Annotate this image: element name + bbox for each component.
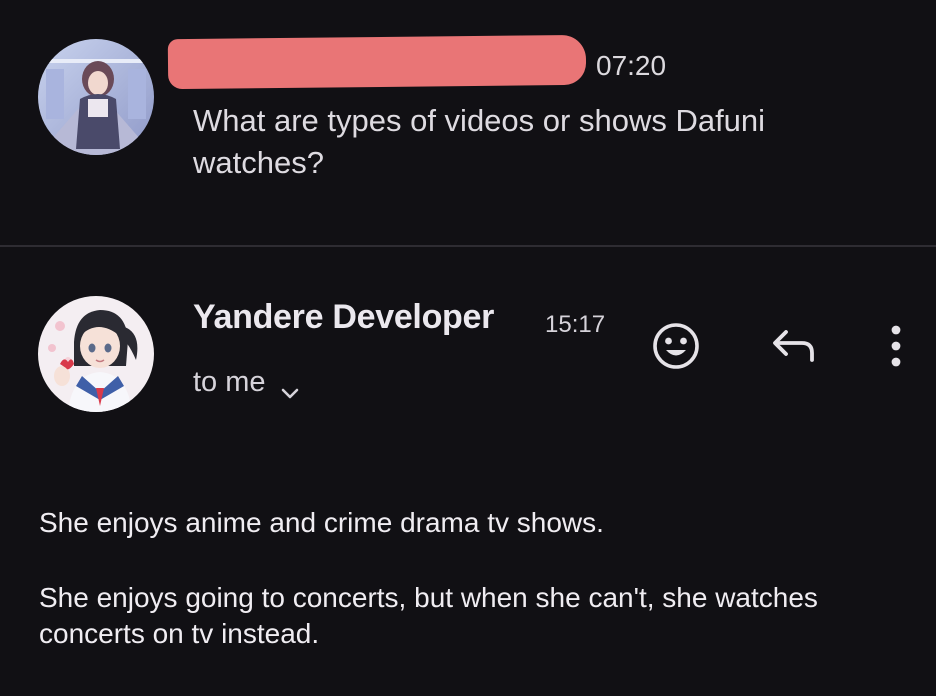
anime-girl-hallway-avatar-icon — [38, 39, 154, 155]
more-vertical-icon — [891, 325, 901, 367]
recipient-label: to me — [193, 366, 266, 398]
message-body-paragraph: She enjoys going to concerts, but when s… — [39, 582, 818, 649]
chevron-down-icon — [280, 376, 300, 398]
more-options-button[interactable] — [878, 318, 914, 374]
reply-arrow-icon — [773, 330, 814, 362]
anime-schoolgirl-avatar-icon — [38, 296, 154, 412]
sender-name[interactable]: Yandere Developer — [193, 298, 494, 337]
smiley-icon — [653, 323, 699, 369]
sender-avatar[interactable] — [38, 39, 154, 155]
message-time: 07:20 — [596, 50, 667, 81]
message-body-paragraph: She enjoys anime and crime drama tv show… — [39, 507, 604, 538]
reply-button[interactable] — [768, 322, 822, 370]
sender-avatar[interactable] — [38, 296, 154, 412]
email-thread: 07:20 What are types of videos or shows … — [0, 0, 936, 696]
message-time: 15:17 — [545, 311, 606, 338]
message-divider — [0, 245, 936, 247]
recipient-details-toggle[interactable]: to me — [193, 366, 300, 399]
message-snippet[interactable]: What are types of videos or shows Dafuni… — [193, 100, 873, 184]
redacted-sender-name — [167, 34, 587, 90]
add-reaction-button[interactable] — [648, 318, 704, 374]
